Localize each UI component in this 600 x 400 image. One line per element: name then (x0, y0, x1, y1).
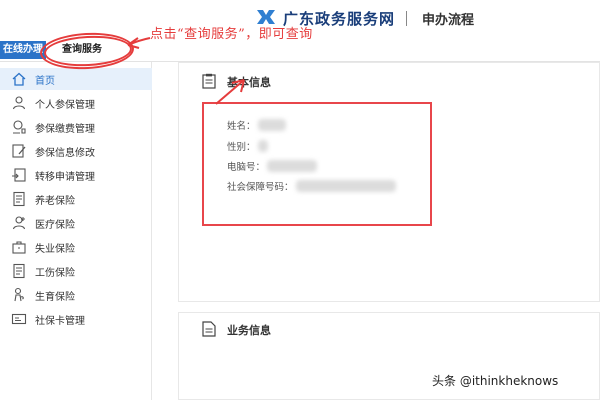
sidebar-item-social-card[interactable]: 社保卡管理 (0, 308, 152, 330)
basic-info-title: 基本信息 (227, 76, 271, 89)
sidebar: 首页 个人参保管理 参保缴费管理 参保信息修改 转移申请管理 养老保险 医疗保险… (0, 62, 152, 400)
sidebar-item-pension[interactable]: 养老保险 (0, 188, 152, 210)
sidebar-item-label: 工伤保险 (35, 267, 75, 279)
sidebar-item-personal-insurance[interactable]: 个人参保管理 (0, 92, 152, 114)
sidebar-item-label: 个人参保管理 (35, 99, 95, 111)
home-icon (11, 71, 27, 87)
sidebar-item-home[interactable]: 首页 (0, 68, 152, 90)
sidebar-item-label: 失业保险 (35, 243, 75, 255)
sidebar-item-injury[interactable]: 工伤保险 (0, 260, 152, 282)
tab-online-service[interactable]: 在线办理 (0, 41, 46, 59)
payment-icon (11, 119, 27, 135)
sidebar-item-payment[interactable]: 参保缴费管理 (0, 116, 152, 138)
sidebar-item-transfer[interactable]: 转移申请管理 (0, 164, 152, 186)
person-icon (11, 95, 27, 111)
sidebar-item-label: 养老保险 (35, 195, 75, 207)
sidebar-item-label: 医疗保险 (35, 219, 75, 231)
title-divider (406, 11, 407, 26)
clipboard-icon (202, 73, 216, 89)
annotation-text: 点击“查询服务”，即可查询 (150, 27, 313, 42)
sidebar-item-medical[interactable]: 医疗保险 (0, 212, 152, 234)
maternity-icon (11, 287, 27, 303)
sidebar-item-info-edit[interactable]: 参保信息修改 (0, 140, 152, 162)
sidebar-item-label: 转移申请管理 (35, 171, 95, 183)
business-info-title: 业务信息 (227, 324, 271, 337)
sidebar-item-maternity[interactable]: 生育保险 (0, 284, 152, 306)
transfer-icon (11, 167, 27, 183)
document-icon (11, 263, 27, 279)
annotation-highlight-box (202, 102, 432, 226)
document-icon (202, 321, 216, 337)
sidebar-item-unemployment[interactable]: 失业保险 (0, 236, 152, 258)
edit-icon (11, 143, 27, 159)
medical-person-icon (11, 215, 27, 231)
sidebar-item-label: 参保信息修改 (35, 147, 95, 159)
briefcase-icon (11, 239, 27, 255)
card-icon (11, 311, 27, 327)
watermark-text: 头条 @ithinkheknows (430, 372, 561, 389)
sidebar-item-label: 首页 (35, 75, 55, 87)
sidebar-item-label: 生育保险 (35, 291, 75, 303)
process-title: 申办流程 (422, 13, 475, 28)
sidebar-item-label: 社保卡管理 (35, 315, 85, 327)
sidebar-item-label: 参保缴费管理 (35, 123, 95, 135)
document-icon (11, 191, 27, 207)
